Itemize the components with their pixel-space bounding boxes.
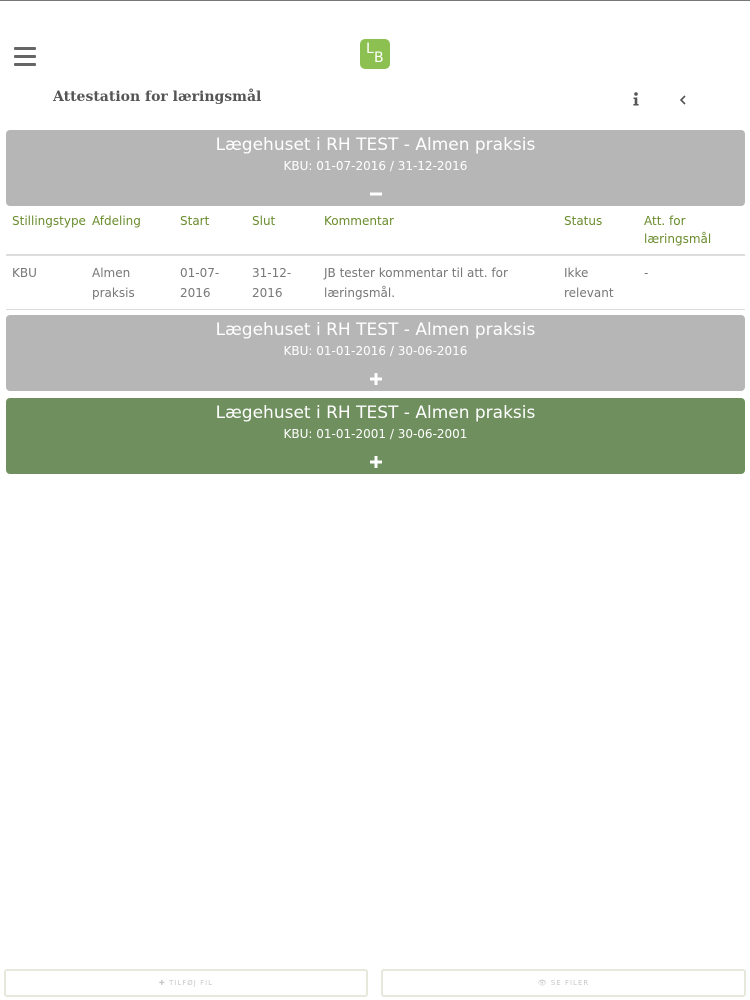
column-header: Afdeling: [86, 207, 174, 256]
practice-panel-3[interactable]: Lægehuset i RH TEST - Almen praksis KBU:…: [6, 398, 745, 474]
panel-subtitle: KBU: 01-07-2016 / 31-12-2016: [283, 159, 468, 173]
column-header: Att. for læringsmål: [638, 207, 745, 256]
logo-letter-b: B: [374, 50, 384, 66]
column-header: Start: [174, 207, 246, 256]
panel-title: Lægehuset i RH TEST - Almen praksis: [215, 135, 536, 155]
chevron-left-icon[interactable]: [675, 90, 691, 110]
panel-subtitle: KBU: 01-01-2016 / 30-06-2016: [283, 344, 468, 358]
practice-panel-1[interactable]: Lægehuset i RH TEST - Almen praksis KBU:…: [6, 130, 745, 206]
panel-subtitle: KBU: 01-01-2001 / 30-06-2001: [283, 427, 468, 441]
table-row: KBU Almen praksis 01-07-2016 31-12-2016 …: [6, 255, 745, 310]
logo-letter-l: L: [366, 41, 374, 57]
table-cell: 31-12-2016: [246, 255, 318, 310]
plus-icon[interactable]: [369, 454, 383, 468]
table-cell: 01-07-2016: [174, 255, 246, 310]
top-bar: L B Attestation for læringsmål: [0, 1, 750, 121]
table-cell: Almen praksis: [86, 255, 174, 310]
panel-title: Lægehuset i RH TEST - Almen praksis: [215, 320, 536, 340]
add-file-button[interactable]: ✚ TILFØJ FIL: [4, 969, 368, 997]
app-logo: L B: [360, 39, 390, 69]
page-title: Attestation for læringsmål: [53, 89, 262, 105]
hamburger-icon[interactable]: [14, 47, 36, 67]
table-cell: Ikke relevant: [558, 255, 638, 310]
panel-title: Lægehuset i RH TEST - Almen praksis: [215, 403, 536, 423]
column-header: Status: [558, 207, 638, 256]
column-header: Stillingstype: [6, 207, 86, 256]
column-header: Slut: [246, 207, 318, 256]
table-cell: JB tester kommentar til att. for lærings…: [318, 255, 558, 310]
bottom-action-bar: ✚ TILFØJ FIL 👁 SE FILER: [0, 969, 750, 999]
table-cell: KBU: [6, 255, 86, 310]
table-header-row: Stillingstype Afdeling Start Slut Kommen…: [6, 207, 745, 256]
minus-icon[interactable]: [369, 186, 383, 200]
table-cell: -: [638, 255, 745, 310]
learning-goals-table: Stillingstype Afdeling Start Slut Kommen…: [6, 207, 745, 310]
plus-icon[interactable]: [369, 371, 383, 385]
info-icon[interactable]: [628, 89, 644, 109]
practice-panel-2[interactable]: Lægehuset i RH TEST - Almen praksis KBU:…: [6, 315, 745, 391]
view-files-button[interactable]: 👁 SE FILER: [381, 969, 746, 997]
column-header: Kommentar: [318, 207, 558, 256]
